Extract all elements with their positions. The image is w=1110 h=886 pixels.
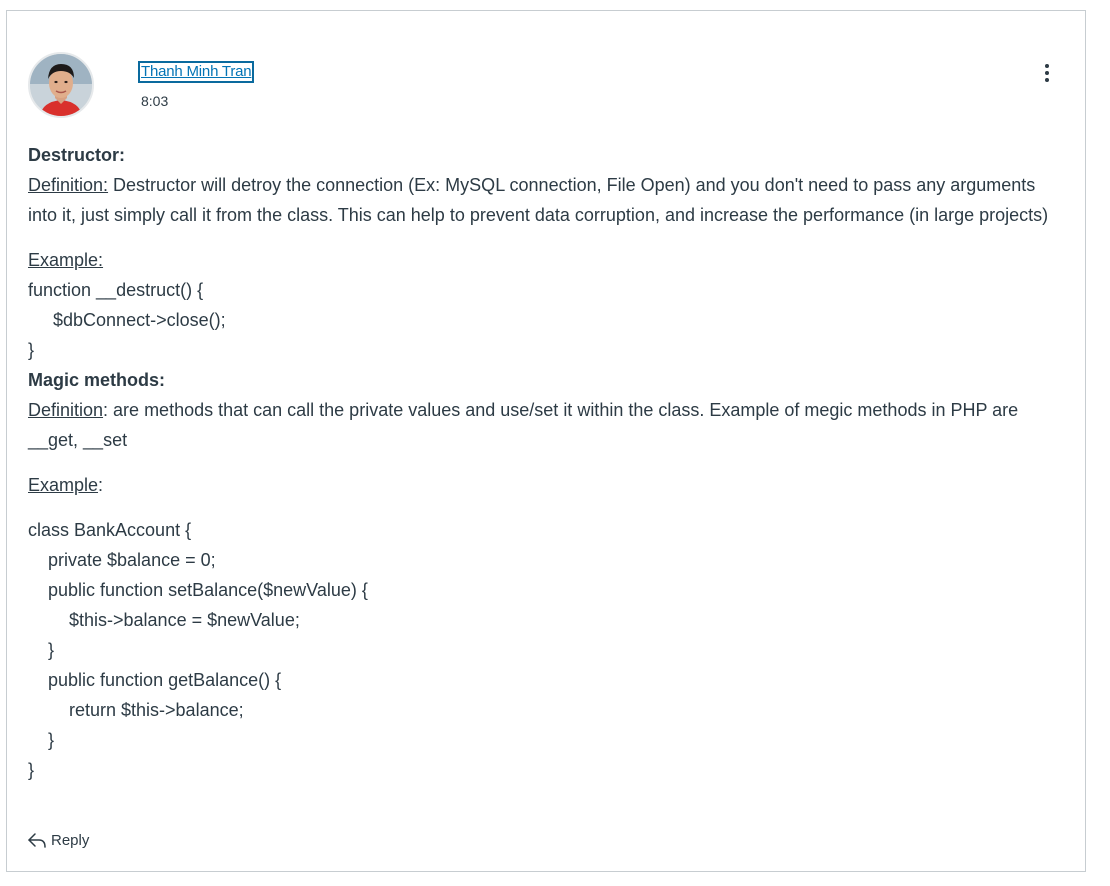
definition-label: Definition: <box>28 175 109 195</box>
code-line: public function setBalance($newValue) { <box>48 580 368 600</box>
post-timestamp: 8:03 <box>141 93 169 109</box>
code-line: private $balance = 0; <box>48 550 216 570</box>
definition-text: Destructor will detroy the connection (E… <box>28 175 1049 225</box>
avatar-image <box>30 54 92 116</box>
code-line: } <box>48 640 55 660</box>
code-line: } <box>48 730 55 750</box>
example-label: Example: <box>28 250 104 270</box>
reply-label: Reply <box>51 831 90 849</box>
author-name-link[interactable]: Thanh Minh Tran <box>137 61 255 83</box>
example-label: Example <box>28 475 99 495</box>
more-vertical-icon <box>1045 64 1049 68</box>
definition-label: Definition <box>28 400 104 420</box>
reply-button[interactable]: Reply <box>27 831 89 849</box>
more-vertical-icon-dot <box>1045 78 1049 82</box>
destructor-definition: Definition: Destructor will detroy the c… <box>28 170 1058 230</box>
avatar[interactable] <box>28 52 94 118</box>
code-line: return $this->balance; <box>69 700 244 720</box>
code-line: } <box>28 340 35 360</box>
code-line: public function getBalance() { <box>48 670 282 690</box>
post-message: Destructor: Definition: Destructor will … <box>28 140 1058 785</box>
example-heading: Example: <box>28 470 1058 500</box>
code-line: class BankAccount { <box>28 520 192 540</box>
magic-methods-heading: Magic methods: <box>28 370 166 390</box>
more-options-button[interactable] <box>1037 61 1057 85</box>
destructor-heading: Destructor: <box>28 145 126 165</box>
discussion-entry: Thanh Minh Tran 8:03 Destructor: Definit… <box>6 10 1086 872</box>
magic-definition: Definition: are methods that can call th… <box>28 395 1058 455</box>
code-line: $this->balance = $newValue; <box>69 610 300 630</box>
code-line: } <box>28 760 35 780</box>
code-line: function __destruct() { <box>28 280 204 300</box>
more-vertical-icon-dot <box>1045 71 1049 75</box>
reply-arrow-icon <box>27 831 47 849</box>
example-heading: Example: <box>28 245 1058 275</box>
code-line: $dbConnect->close(); <box>53 310 226 330</box>
definition-text: : are methods that can call the private … <box>28 400 1019 450</box>
example-colon: : <box>98 475 104 495</box>
